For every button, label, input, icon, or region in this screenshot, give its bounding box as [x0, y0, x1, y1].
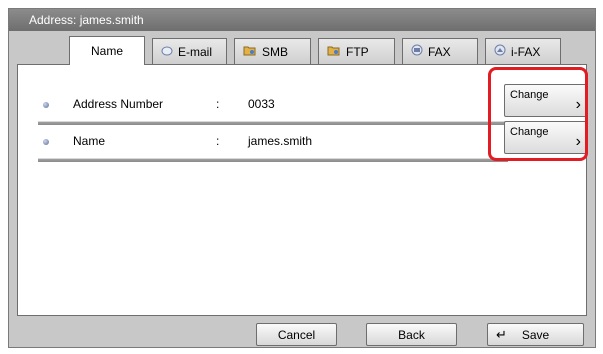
callout-highlight	[488, 67, 588, 161]
field-value: james.smith	[248, 134, 313, 148]
field-separator: :	[216, 134, 220, 148]
tab-fax-label: FAX	[428, 44, 451, 59]
tab-name[interactable]: Name	[69, 36, 145, 65]
cancel-button[interactable]: Cancel	[256, 323, 337, 346]
fax-icon	[411, 44, 423, 59]
address-dialog: Address: james.smith Name E-mail SMB FTP	[8, 8, 596, 348]
tab-email-label: E-mail	[178, 44, 213, 59]
bullet-icon	[43, 102, 49, 108]
row-divider	[38, 158, 508, 162]
save-button[interactable]: ↵ Save	[487, 323, 584, 346]
field-row-name: Name : james.smith	[38, 129, 508, 162]
tab-ftp-label: FTP	[346, 44, 369, 59]
folder-icon	[327, 44, 341, 59]
field-separator: :	[216, 97, 220, 111]
field-row-address-number: Address Number : 0033	[38, 92, 508, 125]
tab-smb-label: SMB	[262, 44, 289, 59]
bullet-icon	[43, 139, 49, 145]
save-label: Save	[521, 328, 550, 342]
tab-ifax-label: i-FAX	[511, 44, 541, 59]
window-title: Address: james.smith	[9, 9, 595, 31]
tab-ftp[interactable]: FTP	[318, 38, 395, 64]
tab-fax[interactable]: FAX	[402, 38, 478, 64]
footer-bar: Cancel Back ↵ Save	[9, 321, 595, 349]
row-divider	[38, 121, 508, 125]
field-value: 0033	[248, 97, 275, 111]
back-button[interactable]: Back	[366, 323, 457, 346]
tab-bar: Name E-mail SMB FTP FAX i-FAX	[69, 36, 568, 65]
tab-email[interactable]: E-mail	[152, 38, 227, 64]
ifax-icon	[494, 44, 506, 59]
tab-ifax[interactable]: i-FAX	[485, 38, 561, 64]
field-label: Address Number	[73, 97, 164, 111]
envelope-icon	[161, 45, 173, 59]
field-label: Name	[73, 134, 106, 148]
tab-name-label: Name	[90, 44, 123, 58]
enter-icon: ↵	[496, 327, 507, 342]
tab-smb[interactable]: SMB	[234, 38, 311, 64]
folder-icon	[243, 44, 257, 59]
